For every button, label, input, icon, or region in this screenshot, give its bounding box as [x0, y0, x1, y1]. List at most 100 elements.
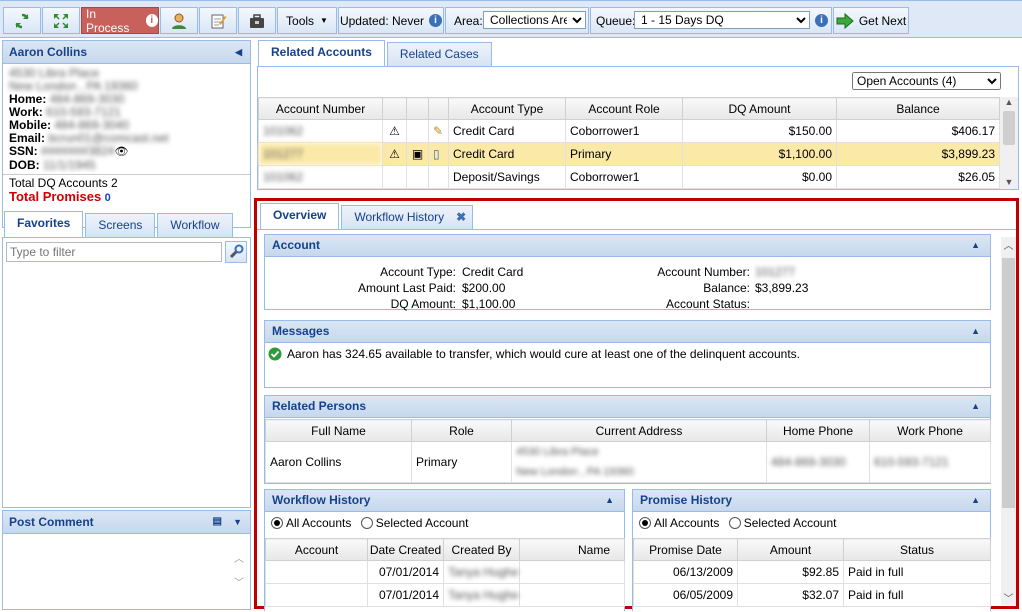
- col-account-number[interactable]: Account Number: [258, 97, 383, 120]
- detail-scrollbar[interactable]: ︿ ﹀: [1001, 237, 1016, 605]
- table-row[interactable]: 101062 ⚠ ✎ Credit Card Coborrower1 $150.…: [258, 119, 1000, 143]
- col-full-name[interactable]: Full Name: [265, 419, 412, 442]
- tab-workflow[interactable]: Workflow: [157, 213, 233, 237]
- col-role[interactable]: Role: [411, 419, 512, 442]
- get-next-button[interactable]: Get Next: [833, 7, 909, 34]
- accounts-filter-select[interactable]: Open Accounts (4): [852, 72, 1001, 90]
- document-icon[interactable]: ▯: [428, 142, 449, 166]
- collapse-left-icon[interactable]: ◀: [235, 41, 242, 63]
- scroll-thumb[interactable]: [1003, 111, 1015, 145]
- scroll-thumb[interactable]: [1002, 258, 1015, 508]
- area-select[interactable]: Collections Area: [483, 11, 586, 29]
- total-promises-label[interactable]: Total Promises: [9, 189, 101, 204]
- col-work-phone[interactable]: Work Phone: [869, 419, 991, 442]
- collapse-icon[interactable]: ▲: [605, 490, 614, 511]
- col-date-created[interactable]: Date Created: [367, 538, 444, 561]
- collapse-icon[interactable]: ▲: [971, 490, 980, 511]
- radio-all-accounts[interactable]: [639, 517, 651, 529]
- table-row-selected[interactable]: 101277 ⚠ ▣ ▯ Credit Card Primary $1,100.…: [258, 142, 1000, 166]
- col-dq-amount[interactable]: DQ Amount: [682, 97, 837, 120]
- scroll-down-icon[interactable]: ﹀: [234, 574, 244, 589]
- account-type-label: Account Type:: [380, 265, 456, 279]
- related-accounts-panel: Open Accounts (4) Account Number Account…: [257, 66, 1019, 190]
- col-home-phone[interactable]: Home Phone: [766, 419, 870, 442]
- related-persons-header: Related Persons ▲: [265, 396, 990, 418]
- queue-select[interactable]: 1 - 15 Days DQ: [634, 11, 810, 29]
- chevron-down-icon[interactable]: ▼: [233, 511, 242, 533]
- wrench-icon: [229, 244, 244, 259]
- contact-info: 4530 Libra Place New London , PA 19360 H…: [2, 64, 251, 228]
- refresh-button[interactable]: [3, 7, 41, 34]
- table-row[interactable]: Aaron Collins Primary 4530 Libra Place Ne…: [265, 441, 991, 483]
- person-role-cell: Primary: [411, 441, 512, 483]
- tab-favorites[interactable]: Favorites: [4, 211, 84, 237]
- promise-date-cell: 06/05/2009: [633, 583, 738, 607]
- queue-label: Queue:: [596, 13, 636, 28]
- account-type-cell: Deposit/Savings: [448, 165, 566, 189]
- col-account-role[interactable]: Account Role: [565, 97, 683, 120]
- tab-overview[interactable]: Overview: [260, 203, 340, 229]
- scroll-up-icon[interactable]: ︿: [1001, 237, 1016, 252]
- table-row[interactable]: 07/01/2014 Tanya Hughes: [265, 560, 625, 584]
- col-created-by[interactable]: Created By: [443, 538, 520, 561]
- radio-selected-account[interactable]: [728, 517, 741, 529]
- col-current-address[interactable]: Current Address: [511, 419, 767, 442]
- tab-related-cases[interactable]: Related Cases: [386, 42, 492, 66]
- briefcase-button[interactable]: [238, 7, 276, 34]
- radio-selected-account[interactable]: [360, 517, 373, 529]
- balance-label: Balance:: [703, 281, 750, 295]
- expand-button[interactable]: [42, 7, 80, 34]
- account-status-label: Account Status:: [665, 297, 750, 311]
- scroll-down-icon[interactable]: ﹀: [1001, 590, 1016, 605]
- account-section-title: Account: [272, 238, 320, 252]
- messages-header: Messages ▲: [265, 321, 990, 343]
- person-home-phone-cell: 484-869-3030: [766, 441, 870, 483]
- table-row[interactable]: 06/13/2009 $92.85 Paid in full: [633, 560, 991, 584]
- tab-related-accounts[interactable]: Related Accounts: [258, 40, 385, 66]
- accounts-scrollbar[interactable]: ▲ ▼: [1000, 97, 1018, 189]
- scroll-up-icon[interactable]: ︿: [234, 550, 244, 565]
- related-persons-table: Full Name Role Current Address Home Phone Wo…: [265, 419, 991, 483]
- pencil-icon[interactable]: ✎: [428, 119, 449, 143]
- col-amount[interactable]: Amount: [737, 538, 844, 561]
- updated-label: Updated: Never: [339, 13, 425, 28]
- tab-workflow-history[interactable]: Workflow History ✖: [341, 205, 474, 229]
- eye-icon[interactable]: 👁: [114, 146, 128, 158]
- table-row[interactable]: 06/05/2009 $32.07 Paid in full: [633, 583, 991, 607]
- col-account-type[interactable]: Account Type: [448, 97, 566, 120]
- table-row[interactable]: 101062 Deposit/Savings Coborrower1 $0.00…: [258, 165, 1000, 189]
- collapse-icon[interactable]: ▲: [971, 396, 980, 417]
- col-account[interactable]: Account: [265, 538, 368, 561]
- collapse-icon[interactable]: ▲: [971, 235, 980, 256]
- workflow-table: Account Date Created Created By Name 07/01/…: [265, 538, 625, 607]
- balance-cell: $406.17: [836, 119, 1000, 143]
- filter-input[interactable]: [6, 242, 222, 262]
- get-next-label: Get Next: [858, 13, 907, 28]
- tools-menu-button[interactable]: Tools ▼: [277, 7, 337, 34]
- message-text: Aaron has 324.65 available to transfer, …: [287, 347, 800, 361]
- table-header-row: Account Number Account Type Account Role…: [258, 97, 1000, 120]
- collapse-icon[interactable]: ▲: [971, 321, 980, 342]
- status-button[interactable]: In Process i: [81, 7, 159, 35]
- col-promise-date[interactable]: Promise Date: [633, 538, 738, 561]
- radio-all-accounts[interactable]: [271, 517, 283, 529]
- tab-screens[interactable]: Screens: [85, 213, 156, 237]
- scroll-up-icon[interactable]: ▲: [1000, 97, 1018, 107]
- balance-cell: $26.05: [836, 165, 1000, 189]
- notes-button[interactable]: [199, 7, 237, 34]
- person-address-cell: 4530 Libra Place New London , PA 19360: [511, 441, 767, 483]
- col-name[interactable]: Name: [519, 538, 625, 561]
- close-icon[interactable]: ✖: [456, 206, 466, 228]
- info-icon: i: [429, 14, 443, 27]
- account-number-value: 101277: [755, 265, 796, 279]
- queue-info-icon[interactable]: i: [815, 14, 828, 27]
- table-row[interactable]: 07/01/2014 Tanya Hughes: [265, 583, 625, 607]
- col-balance[interactable]: Balance: [836, 97, 1000, 120]
- comment-textarea[interactable]: ︿ ﹀: [2, 534, 251, 610]
- top-tab-strip: Related Accounts Related Cases: [258, 40, 494, 66]
- scroll-down-icon[interactable]: ▼: [1000, 177, 1018, 187]
- save-icon[interactable]: ▤: [213, 511, 222, 533]
- col-status[interactable]: Status: [843, 538, 991, 561]
- filter-settings-button[interactable]: [225, 241, 247, 263]
- customer-button[interactable]: [160, 7, 198, 34]
